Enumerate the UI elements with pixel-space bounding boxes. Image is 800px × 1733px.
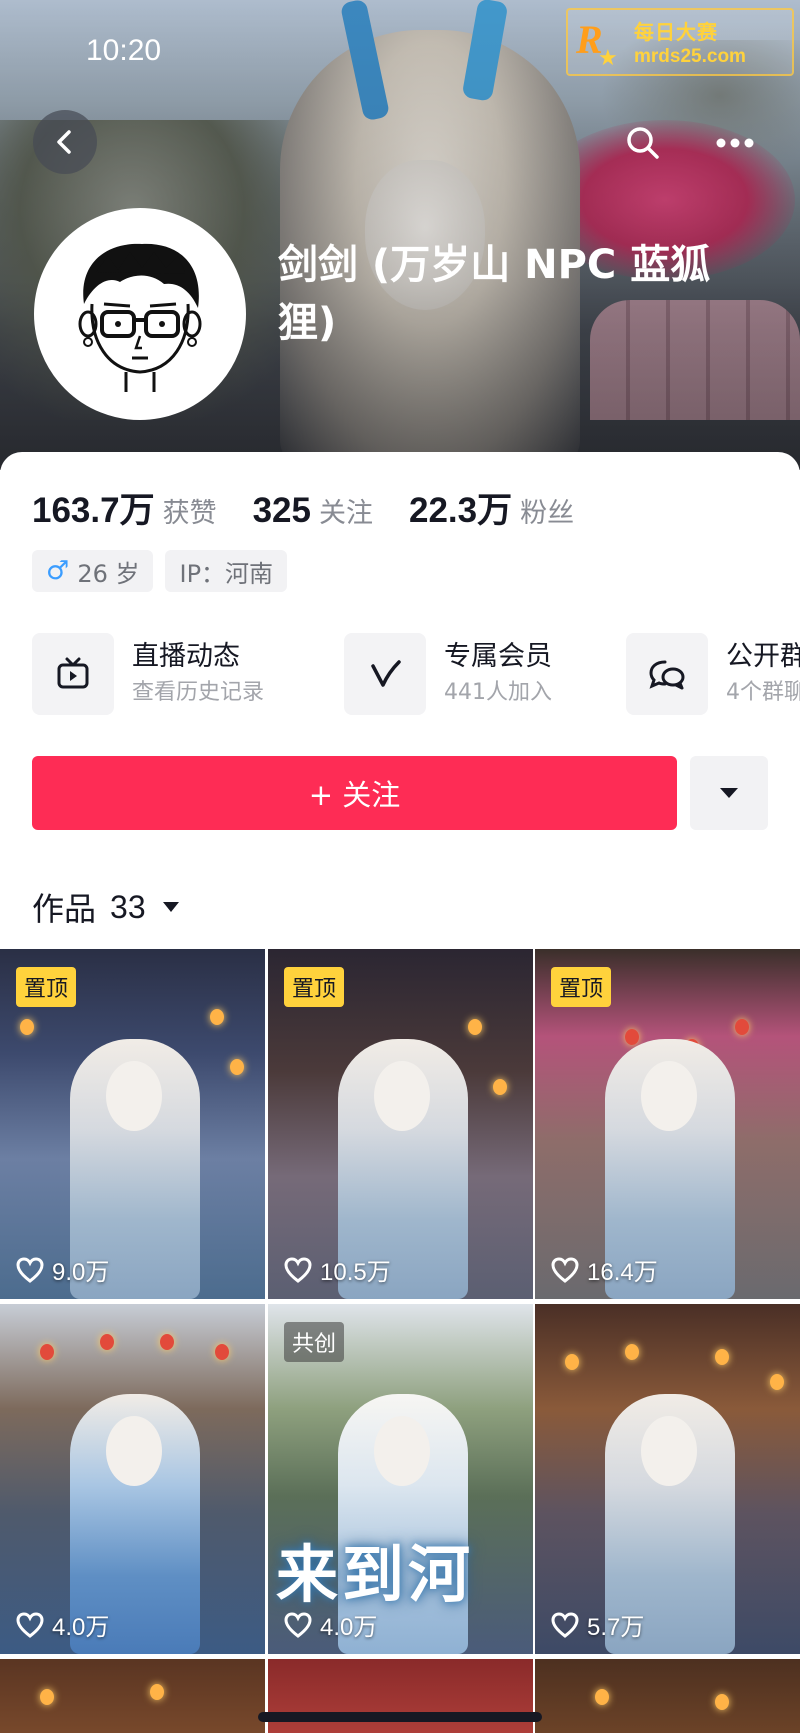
service-entries: 直播动态 查看历史记录 专属会员 441人加入 公开群 4个群聊 [32,632,800,722]
video-likes: 9.0万 [16,1252,109,1287]
status-time: 10:20 [86,34,162,67]
gender-age-tag: ♂ 26 岁 [32,550,154,592]
follow-button[interactable]: + 关注 [32,756,677,830]
service-title: 专属会员 [444,641,552,672]
stats-row: 163.7万 获赞 325 关注 22.3万 粉丝 [32,482,610,532]
likes-count-text: 10.5万 [320,1259,391,1286]
video-thumbnail[interactable]: 置顶 9.0万 [0,949,265,1299]
profile-username: 剑剑 (万岁山 NPC 蓝狐狸) [278,242,711,346]
video-thumbnail[interactable]: 4.0万 [0,1304,265,1654]
group-chat-icon [649,660,685,690]
heart-outline-icon [284,1256,312,1283]
video-thumbnail[interactable]: 置顶 16.4万 [535,949,800,1299]
followers-count[interactable]: 22.3万 [409,482,512,533]
profile-tags: ♂ 26 岁 IP：河南 [32,550,299,592]
likes-count-text: 9.0万 [52,1259,110,1286]
chevron-left-icon [57,130,71,154]
video-thumbnail[interactable]: 共创 来到河 4.0万 [268,1304,533,1654]
service-title: 公开群 [726,641,800,672]
service-public-groups[interactable]: 公开群 4个群聊 [626,632,800,716]
more-button[interactable] [712,120,758,166]
watermark-url: mrds25.com [634,46,746,67]
heart-outline-icon [16,1611,44,1638]
ip-text: IP：河南 [179,559,274,588]
likes-count[interactable]: 163.7万 [32,482,155,533]
video-likes: 16.4万 [551,1252,658,1287]
avatar[interactable] [34,208,246,420]
video-thumbnail[interactable] [0,1659,265,1733]
ellipsis-icon [716,138,754,148]
watermark: R ★ 每日大赛 mrds25.com [566,8,794,76]
age-text: 26 岁 [77,559,140,588]
service-membership[interactable]: 专属会员 441人加入 [344,632,552,716]
video-thumbnail[interactable] [535,1659,800,1733]
video-thumbnail[interactable]: 置顶 10.5万 [268,949,533,1299]
heart-outline-icon [551,1611,579,1638]
video-likes: 4.0万 [284,1607,377,1642]
co-creation-badge: 共创 [284,1322,345,1362]
service-title: 直播动态 [132,641,240,672]
tab-works[interactable]: 作品 33 [32,884,182,930]
video-thumbnail[interactable]: 5.7万 [535,1304,800,1654]
pinned-badge: 置顶 [551,967,612,1007]
video-likes: 10.5万 [284,1252,391,1287]
profile-page: 10:20 R ★ 每日大赛 mrds25.com 剑剑 (万岁山 NPC 蓝狐… [0,0,800,1733]
pinned-badge: 置顶 [16,967,77,1007]
following-count[interactable]: 325 [253,491,311,531]
service-subtitle: 查看历史记录 [132,680,265,705]
star-icon: ★ [598,46,618,71]
works-tab-label: 作品 [32,890,97,928]
search-icon [627,127,659,159]
male-icon: ♂ [46,556,70,586]
heart-outline-icon [284,1611,312,1638]
likes-label: 获赞 [162,498,217,529]
service-subtitle: 4个群聊 [726,680,800,705]
heart-outline-icon [16,1256,44,1283]
video-overlay-caption: 来到河 [276,1538,475,1611]
heart-outline-icon [551,1256,579,1283]
works-count: 33 [110,888,146,925]
likes-count-text: 16.4万 [587,1259,658,1286]
ip-location-tag: IP：河南 [165,550,288,592]
vip-v-icon [371,660,401,687]
service-live-history[interactable]: 直播动态 查看历史记录 [32,632,264,716]
live-tv-icon [57,657,89,689]
pinned-badge: 置顶 [284,967,345,1007]
service-subtitle: 441人加入 [444,680,552,705]
likes-count-text: 4.0万 [52,1614,110,1641]
video-likes: 4.0万 [16,1607,109,1642]
triangle-down-icon [162,902,179,912]
recommend-dropdown-button[interactable] [690,756,768,830]
search-button[interactable] [620,120,666,166]
home-indicator[interactable] [258,1712,542,1722]
watermark-title: 每日大赛 [634,20,718,44]
back-button[interactable] [33,110,97,174]
following-label: 关注 [319,498,373,529]
likes-count-text: 4.0万 [320,1614,378,1641]
video-likes: 5.7万 [551,1607,644,1642]
triangle-down-icon [720,788,738,798]
likes-count-text: 5.7万 [587,1614,645,1641]
followers-label: 粉丝 [520,498,575,529]
avatar-illustration [38,212,242,416]
